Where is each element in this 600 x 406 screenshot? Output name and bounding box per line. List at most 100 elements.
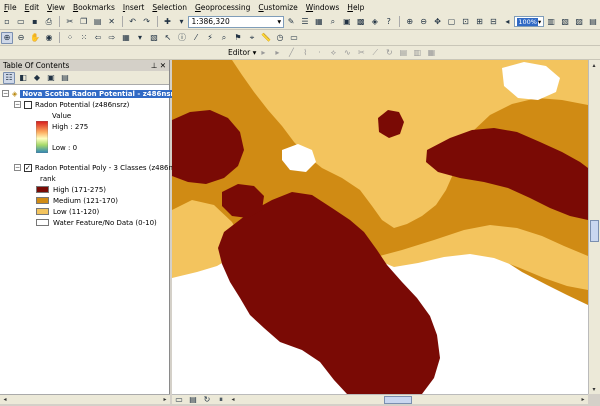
clear-selection-icon[interactable]: ▧ <box>148 32 160 44</box>
menu-insert[interactable]: Insert <box>123 3 145 12</box>
zoom-in-icon[interactable]: ⊕ <box>1 31 13 44</box>
editor-menu[interactable]: Editor ▾ <box>228 48 256 57</box>
menu-bookmarks[interactable]: Bookmarks <box>73 3 115 12</box>
legend-class-row[interactable]: Medium (121-170) <box>2 195 167 206</box>
scroll-thumb[interactable] <box>590 220 599 242</box>
data-driven-pages-icon[interactable]: ▤ <box>587 16 599 28</box>
pin-icon[interactable]: ⊥ ✕ <box>151 61 166 70</box>
dropdown-arrow-icon[interactable]: ▾ <box>175 16 187 28</box>
layer-row-radon-poly[interactable]: − ✓ Radon Potential Poly - 3 Classes (z4… <box>2 162 186 173</box>
scroll-up-icon[interactable]: ▴ <box>589 60 599 70</box>
scroll-thumb[interactable] <box>384 395 412 404</box>
identify-icon[interactable]: ⓘ <box>176 32 188 44</box>
fixed-zoom-in-icon[interactable]: ⁘ <box>64 32 76 44</box>
select-by-rectangle-icon[interactable]: ▦ <box>120 32 132 44</box>
layer-name[interactable]: Radon Potential (z486nsrz) <box>35 101 129 109</box>
legend-class-row[interactable]: Water Feature/No Data (0-10) <box>2 217 167 228</box>
scroll-track[interactable] <box>238 395 578 404</box>
forward-extent-icon[interactable]: ⇨ <box>106 32 118 44</box>
list-by-selection-icon[interactable]: ▣ <box>45 72 57 84</box>
toggle-draft-mode-icon[interactable]: ▥ <box>545 16 557 28</box>
legend-class-row[interactable]: High (171-275) <box>2 184 167 195</box>
find-icon[interactable]: ⌕ <box>218 32 230 44</box>
close-icon[interactable]: ✕ <box>160 61 166 70</box>
editor-toolbar-icon[interactable]: ✎ <box>285 16 297 28</box>
menu-view[interactable]: View <box>47 3 65 12</box>
copy-icon[interactable]: ❐ <box>78 16 90 28</box>
data-frame-row[interactable]: − ◈ Nova Scotia Radon Potential - z486ns… <box>2 88 181 99</box>
fixed-zoom-out-icon[interactable]: ⁙ <box>78 32 90 44</box>
map-horizontal-scrollbar[interactable]: ▭ ▤ ↻ ⏸ ◂ ▸ <box>172 394 588 404</box>
layout-zoom-in-icon[interactable]: ⊕ <box>404 16 416 28</box>
layer-visibility-checkbox[interactable]: ✓ <box>24 163 32 172</box>
save-icon[interactable]: ▪ <box>29 16 41 28</box>
map-vertical-scrollbar[interactable]: ▴ ▾ <box>588 60 600 394</box>
menu-windows[interactable]: Windows <box>306 3 340 12</box>
search-icon[interactable]: ⌕ <box>327 16 339 28</box>
model-builder-icon[interactable]: ◈ <box>369 16 381 28</box>
html-popup-icon[interactable]: ⁄ <box>190 32 202 44</box>
legend-swatch-high[interactable] <box>36 186 49 193</box>
python-icon[interactable]: ▩ <box>355 16 367 28</box>
select-by-rectangle-dropdown-icon[interactable]: ▾ <box>134 32 146 44</box>
print-icon[interactable]: ⎙ <box>43 16 55 28</box>
scroll-left-icon[interactable]: ◂ <box>0 395 10 405</box>
select-elements-icon[interactable]: ↖ <box>162 32 174 44</box>
catalog-icon[interactable]: ▦ <box>313 16 325 28</box>
paste-icon[interactable]: ▤ <box>92 16 104 28</box>
create-viewer-window-icon[interactable]: ▭ <box>288 32 300 44</box>
list-by-visibility-icon[interactable]: ◆ <box>31 72 43 84</box>
list-by-source-icon[interactable]: ◧ <box>17 72 29 84</box>
layer-visibility-checkbox[interactable] <box>24 100 32 109</box>
layer-row-radon-raster[interactable]: − Radon Potential (z486nsrz) <box>2 99 167 110</box>
back-extent-icon[interactable]: ⇦ <box>92 32 104 44</box>
full-extent-icon[interactable]: ◉ <box>43 32 55 44</box>
zoom-percent-combobox[interactable]: 100% ▾ <box>514 16 545 27</box>
layer-name[interactable]: Radon Potential Poly - 3 Classes (z486ns… <box>35 164 186 172</box>
fixed-zoom-in-icon[interactable]: ⊞ <box>473 16 485 28</box>
map-display[interactable] <box>172 60 588 394</box>
zoom-whole-page-icon[interactable]: ▢ <box>446 16 458 28</box>
legend-swatch-medium[interactable] <box>36 197 49 204</box>
list-by-drawing-order-icon[interactable]: ☷ <box>3 71 15 84</box>
undo-icon[interactable]: ↶ <box>127 16 139 28</box>
change-layout-icon[interactable]: ▨ <box>573 16 585 28</box>
go-to-xy-icon[interactable]: ⌖ <box>246 32 258 44</box>
fixed-zoom-out-icon[interactable]: ⊟ <box>487 16 499 28</box>
table-of-contents-icon[interactable]: ☰ <box>299 16 311 28</box>
new-document-icon[interactable]: ▫ <box>1 16 13 28</box>
menu-customize[interactable]: Customize <box>258 3 297 12</box>
menu-file[interactable]: File <box>4 3 17 12</box>
scroll-down-icon[interactable]: ▾ <box>589 384 599 394</box>
menu-edit[interactable]: Edit <box>25 3 40 12</box>
legend-class-row[interactable]: Low (11-120) <box>2 206 167 217</box>
previous-extent-icon[interactable]: ◂ <box>501 16 513 28</box>
delete-icon[interactable]: ✕ <box>106 16 118 28</box>
zoom-100-icon[interactable]: ⊡ <box>460 16 472 28</box>
collapse-icon[interactable]: − <box>2 90 9 97</box>
menu-geoprocessing[interactable]: Geoprocessing <box>195 3 250 12</box>
measure-icon[interactable]: 📏 <box>260 32 272 44</box>
toc-options-icon[interactable]: ▤ <box>59 72 71 84</box>
arctoolbox-icon[interactable]: ▣ <box>341 16 353 28</box>
collapse-icon[interactable]: − <box>14 164 21 171</box>
hyperlink-icon[interactable]: ⚡ <box>204 32 216 44</box>
layout-zoom-out-icon[interactable]: ⊖ <box>418 16 430 28</box>
collapse-icon[interactable]: − <box>14 101 21 108</box>
redo-icon[interactable]: ↷ <box>141 16 153 28</box>
zoom-out-icon[interactable]: ⊖ <box>15 32 27 44</box>
toc-horizontal-scrollbar[interactable]: ◂ ▸ <box>0 394 170 404</box>
menu-selection[interactable]: Selection <box>152 3 187 12</box>
scroll-right-icon[interactable]: ▸ <box>578 395 588 405</box>
focus-data-frame-icon[interactable]: ▧ <box>559 16 571 28</box>
pan-icon[interactable]: ✋ <box>29 32 41 44</box>
add-data-icon[interactable]: ✚ <box>162 16 174 28</box>
map-scale-combobox[interactable]: 1:386,320 ▾ <box>188 15 285 28</box>
cut-icon[interactable]: ✂ <box>64 16 76 28</box>
data-frame-name[interactable]: Nova Scotia Radon Potential - z486nsrz <box>20 89 181 98</box>
scroll-left-icon[interactable]: ◂ <box>228 395 238 405</box>
find-route-icon[interactable]: ⚑ <box>232 32 244 44</box>
time-slider-icon[interactable]: ◷ <box>274 32 286 44</box>
layout-pan-icon[interactable]: ✥ <box>432 16 444 28</box>
menu-help[interactable]: Help <box>347 3 364 12</box>
